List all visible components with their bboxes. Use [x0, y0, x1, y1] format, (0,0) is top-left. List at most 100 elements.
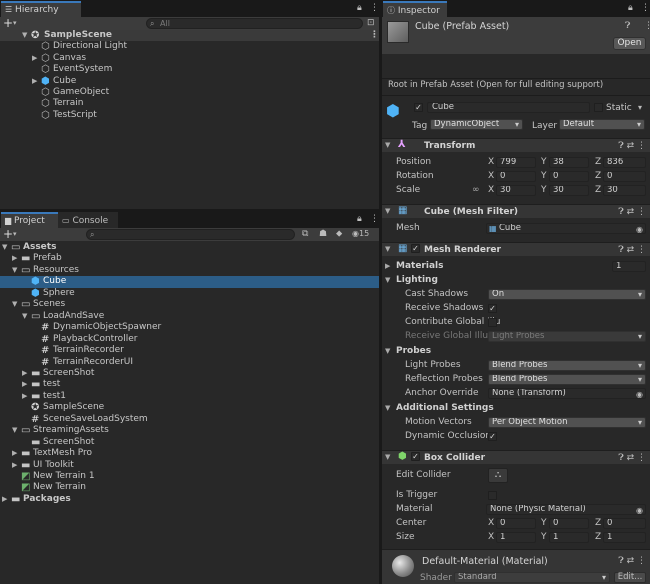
- expand-arrow-icon[interactable]: ▼: [22, 311, 27, 322]
- project-item[interactable]: # SceneSaveLoadSystem: [0, 414, 379, 425]
- box-collider-header[interactable]: ▼ ⬢ ✓ Box Collider ❓︎ ⇄ ⋮: [382, 450, 650, 464]
- object-picker-icon[interactable]: ◉: [636, 390, 643, 398]
- size-z-field[interactable]: 1: [603, 532, 646, 543]
- component-controls-icon[interactable]: ❓︎ ⇄ ⋮: [618, 556, 646, 566]
- edit-collider-button[interactable]: ⛬: [488, 468, 508, 483]
- hierarchy-item[interactable]: ⬡ Directional Light: [0, 41, 379, 52]
- project-item[interactable]: ▼ ▭ Resources: [0, 265, 379, 276]
- kebab-menu-icon[interactable]: ⋮: [641, 3, 650, 13]
- collapse-arrow-icon[interactable]: ▼: [385, 274, 390, 287]
- project-item[interactable]: ▼ ▭ Scenes: [0, 299, 379, 310]
- box-collider-enabled-checkbox[interactable]: ✓: [411, 452, 420, 461]
- mesh-object-field[interactable]: ▦ Cube ◉: [486, 223, 646, 234]
- position-z-field[interactable]: 836: [603, 157, 646, 168]
- rotation-z-field[interactable]: 0: [603, 171, 646, 182]
- scale-y-field[interactable]: 30: [549, 185, 589, 196]
- collapse-arrow-icon[interactable]: ▼: [385, 141, 390, 149]
- static-checkbox[interactable]: [594, 103, 603, 112]
- lock-icon[interactable]: 🔒︎: [357, 214, 362, 224]
- center-z-field[interactable]: 0: [603, 518, 646, 529]
- component-controls-icon[interactable]: ❓︎ ⇄ ⋮: [618, 453, 646, 463]
- project-item[interactable]: # TerrainRecorderUI: [0, 357, 379, 368]
- component-controls-icon[interactable]: ❓︎ ⇄ ⋮: [618, 141, 646, 151]
- materials-count-field[interactable]: 1: [612, 261, 646, 272]
- project-search-input[interactable]: ⌕: [86, 229, 295, 240]
- rotation-y-field[interactable]: 0: [549, 171, 589, 182]
- expand-arrow-icon[interactable]: ▶: [12, 448, 17, 459]
- collapse-arrow-icon[interactable]: ▼: [385, 402, 390, 415]
- project-item[interactable]: ▶ ▬ TextMesh Pro: [0, 448, 379, 459]
- object-picker-icon[interactable]: ◉: [636, 225, 643, 233]
- edit-shader-button[interactable]: Edit...: [614, 572, 646, 583]
- size-y-field[interactable]: 1: [549, 532, 589, 543]
- tab-hierarchy[interactable]: ☰ Hierarchy: [1, 1, 81, 17]
- active-checkbox[interactable]: ✓: [414, 103, 423, 112]
- preset-icon[interactable]: ⋮: [644, 21, 650, 31]
- shader-dropdown[interactable]: Standard: [454, 572, 610, 583]
- add-dropdown-arrow-icon[interactable]: ▾: [13, 230, 17, 238]
- project-item[interactable]: ▶ ▬ Packages: [0, 494, 379, 505]
- expand-arrow-icon[interactable]: ▶: [22, 368, 27, 379]
- hierarchy-item[interactable]: ⬡ Terrain: [0, 98, 379, 109]
- search-by-type-icon[interactable]: ⧉: [302, 229, 308, 239]
- project-item[interactable]: ▼ ▭ StreamingAssets: [0, 425, 379, 436]
- project-item[interactable]: ◩ New Terrain: [0, 482, 379, 493]
- project-item[interactable]: # TerrainRecorder: [0, 345, 379, 356]
- scale-z-field[interactable]: 30: [603, 185, 646, 196]
- dynamic-occlusion-checkbox[interactable]: ✓: [488, 432, 497, 441]
- contribute-gi-checkbox[interactable]: [488, 318, 497, 327]
- project-item[interactable]: ✪ SampleScene: [0, 402, 379, 413]
- project-item[interactable]: ▶ ▬ ScreenShot: [0, 368, 379, 379]
- static-dropdown-arrow-icon[interactable]: ▾: [638, 103, 642, 112]
- light-probes-dropdown[interactable]: Blend Probes: [488, 360, 646, 371]
- hierarchy-item[interactable]: ▶ ⬢ Cube: [0, 76, 379, 87]
- tab-console[interactable]: ▭ Console: [58, 212, 118, 228]
- hidden-packages-eye-icon[interactable]: ◉15: [352, 229, 369, 238]
- hierarchy-item[interactable]: ⬡ EventSystem: [0, 64, 379, 75]
- expand-arrow-icon[interactable]: ▶: [12, 253, 17, 264]
- center-y-field[interactable]: 0: [549, 518, 589, 529]
- kebab-menu-icon[interactable]: ⋮: [370, 3, 379, 13]
- position-x-field[interactable]: 799: [496, 157, 536, 168]
- layer-dropdown[interactable]: Default: [559, 119, 645, 130]
- collider-material-field[interactable]: None (Physic Material) ◉: [486, 504, 646, 515]
- project-item[interactable]: ▶ ▬ test1: [0, 391, 379, 402]
- hierarchy-item[interactable]: ▶ ⬡ Canvas: [0, 53, 379, 64]
- expand-arrow-icon[interactable]: ▶: [32, 53, 37, 64]
- add-button[interactable]: +: [3, 227, 13, 241]
- collapse-arrow-icon[interactable]: ▼: [385, 453, 390, 461]
- expand-arrow-icon[interactable]: ▼: [2, 242, 7, 253]
- project-item[interactable]: ▬ ScreenShot: [0, 437, 379, 448]
- object-picker-icon[interactable]: ◉: [636, 506, 643, 514]
- hierarchy-item[interactable]: ⬡ TestScript: [0, 110, 379, 121]
- is-trigger-checkbox[interactable]: [488, 491, 497, 500]
- expand-arrow-icon[interactable]: ▶: [32, 76, 37, 87]
- tag-dropdown[interactable]: DynamicObject: [430, 119, 523, 130]
- motion-vectors-dropdown[interactable]: Per Object Motion: [488, 417, 646, 428]
- rotation-x-field[interactable]: 0: [496, 171, 536, 182]
- project-item[interactable]: ▶ ▬ test: [0, 379, 379, 390]
- lock-icon[interactable]: 🔒︎: [628, 3, 633, 13]
- expand-arrow-icon[interactable]: ▼: [22, 30, 27, 41]
- hierarchy-search-input[interactable]: ⌕ All: [146, 18, 363, 29]
- project-item[interactable]: ▼ ▭ LoadAndSave: [0, 311, 379, 322]
- add-button[interactable]: +: [3, 16, 13, 30]
- project-item[interactable]: ▼ ▭ Assets: [0, 242, 379, 253]
- collapse-arrow-icon[interactable]: ▼: [385, 207, 390, 215]
- project-item[interactable]: # DynamicObjectSpawner: [0, 322, 379, 333]
- add-dropdown-arrow-icon[interactable]: ▾: [13, 19, 17, 27]
- constrain-proportions-link-icon[interactable]: ∞: [472, 184, 480, 197]
- kebab-menu-icon[interactable]: ⋮: [370, 214, 379, 224]
- tag-filter-icon[interactable]: ⬥: [336, 229, 342, 239]
- project-item[interactable]: ▶ ▬ Prefab: [0, 253, 379, 264]
- expand-arrow-icon[interactable]: ▼: [12, 299, 17, 310]
- receive-shadows-checkbox[interactable]: ✓: [488, 304, 497, 313]
- mesh-renderer-header[interactable]: ▼ ▦ ✓ Mesh Renderer ❓︎ ⇄ ⋮: [382, 242, 650, 256]
- expand-arrow-icon[interactable]: ▶: [12, 460, 17, 471]
- reflection-probes-dropdown[interactable]: Blend Probes: [488, 374, 646, 385]
- project-item[interactable]: ⬢ Sphere: [0, 288, 379, 299]
- collapse-arrow-icon[interactable]: ▼: [385, 245, 390, 253]
- scale-x-field[interactable]: 30: [496, 185, 536, 196]
- name-field[interactable]: Cube: [427, 102, 590, 113]
- project-item[interactable]: ◩ New Terrain 1: [0, 471, 379, 482]
